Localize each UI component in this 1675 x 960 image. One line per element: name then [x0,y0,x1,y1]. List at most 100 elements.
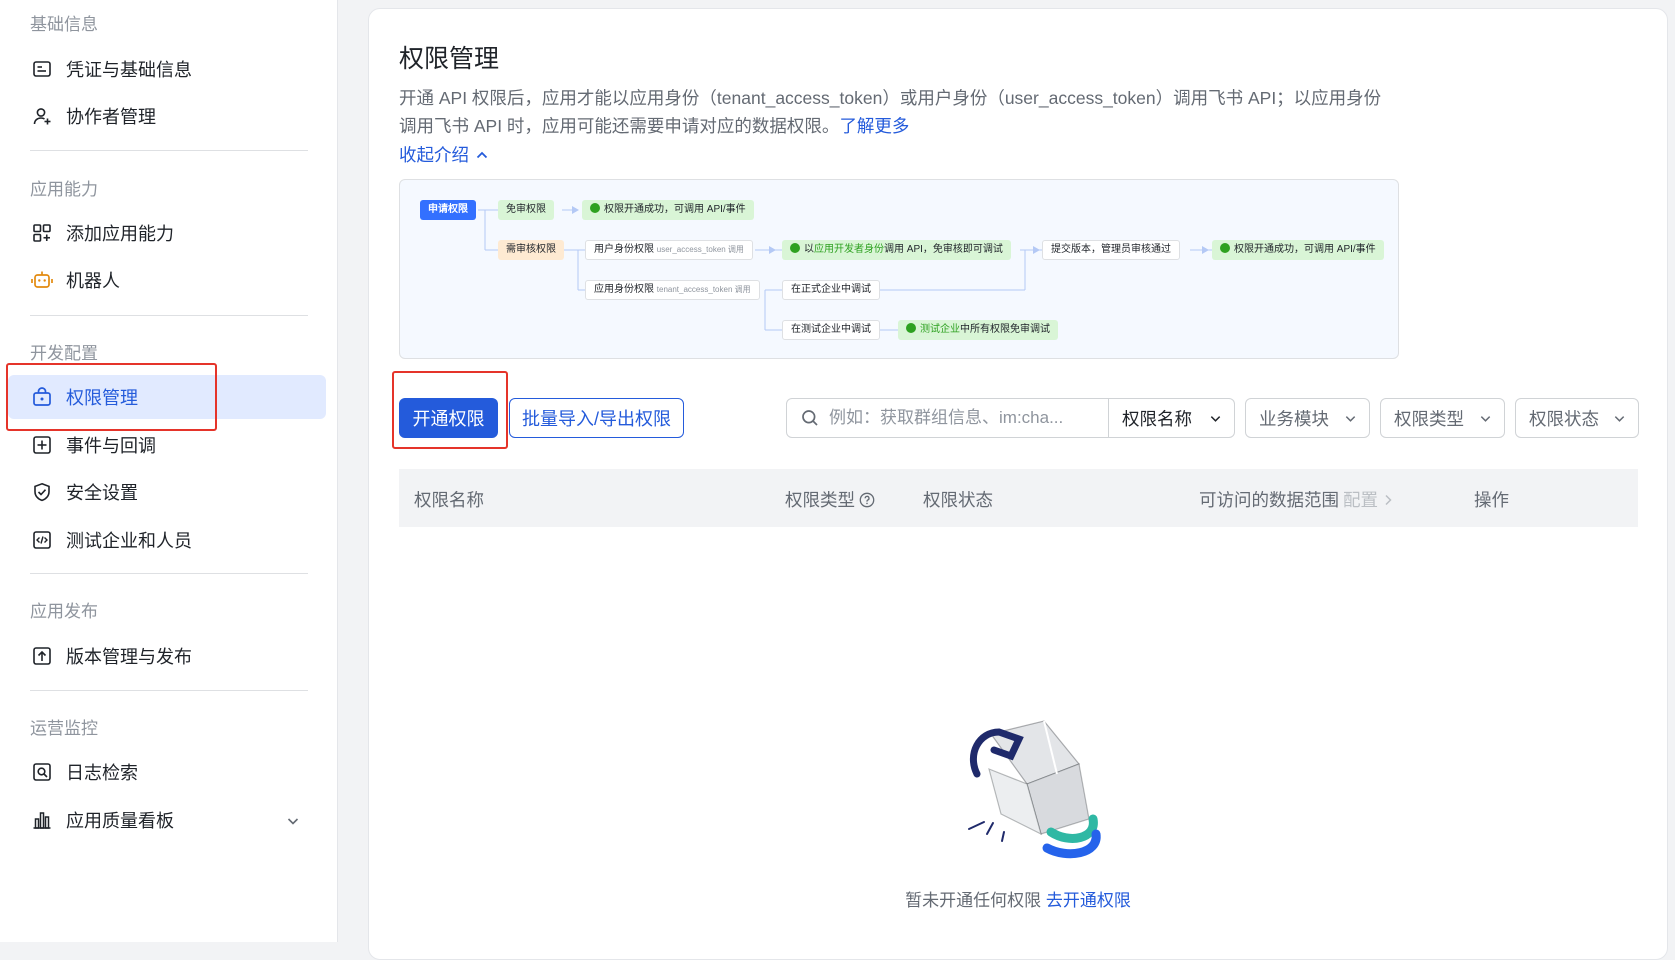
check-circle-icon [1220,243,1230,253]
flow-text: 中所有权限免审调试 [960,324,1050,335]
sidebar-item-permissions[interactable]: 权限管理 [8,375,326,419]
empty-box-illustration [968,720,1101,859]
chevron-down-icon [1614,415,1625,422]
table-header: 权限名称 权限类型 权限状态 可访问的数据范围 配置 操作 [399,469,1638,527]
divider [30,573,308,574]
flow-node-test-free: 测试企业中所有权限免审调试 [898,320,1058,340]
check-circle-icon [590,203,600,213]
sidebar-item-label: 凭证与基础信息 [66,60,192,80]
flow-node-prod-debug: 在正式企业中调试 [782,280,880,300]
status-filter[interactable]: 权限状态 [1515,398,1639,438]
empty-state: 暂未开通任何权限 去开通权限 [369,886,1667,911]
flow-node-submit: 提交版本，管理员审核通过 [1042,240,1180,260]
page-title: 权限管理 [399,45,500,73]
flow-node-free: 免审权限 [498,200,554,220]
section-title-release: 应用发布 [30,602,98,621]
help-icon[interactable] [859,492,875,508]
page-description: 开通 API 权限后，应用才能以应用身份（tenant_access_token… [399,84,1389,140]
chevron-down-icon [1480,415,1491,422]
flow-node-test-debug: 在测试企业中调试 [782,320,880,340]
flow-text: 调用 API，免审核即可调试 [884,244,1003,255]
flow-text-highlight: 测试企业 [920,324,960,335]
user-add-icon [30,104,54,128]
sidebar-item-versions[interactable]: 版本管理与发布 [8,634,326,678]
sidebar-item-events[interactable]: 事件与回调 [8,423,326,467]
sidebar-item-label: 添加应用能力 [66,224,174,244]
search-field-select[interactable]: 权限名称 [1109,398,1235,438]
bar-chart-icon [30,808,54,832]
permission-flow-diagram: 申请权限 免审权限 权限开通成功，可调用 API/事件 需审核权限 用户身份权限… [399,179,1399,359]
search-icon [802,410,818,426]
flow-text: 应用身份权限 [594,284,654,295]
flow-subtext: user_access_token 调用 [656,245,744,254]
sidebar-item-label: 事件与回调 [66,436,156,456]
column-header-name: 权限名称 [414,490,484,510]
flow-text: 以 [804,244,814,255]
column-header-type: 权限类型 [785,487,875,512]
sidebar: 基础信息 凭证与基础信息 协作者管理 应用能力 添加应用能力 机器人 开发配置 … [0,0,338,942]
lock-icon [30,385,54,409]
divider [30,690,308,691]
type-filter[interactable]: 权限类型 [1380,398,1505,438]
check-circle-icon [790,243,800,253]
data-scope-config-link[interactable]: 配置 [1343,487,1378,512]
code-icon [30,528,54,552]
upload-icon [30,644,54,668]
sidebar-item-log-search[interactable]: 日志检索 [8,750,326,794]
section-title-monitoring: 运营监控 [30,719,98,738]
flow-node-review: 需审核权限 [498,240,564,260]
sidebar-item-test-tenant[interactable]: 测试企业和人员 [8,518,326,562]
sidebar-item-label: 版本管理与发布 [66,647,192,667]
sidebar-item-credentials[interactable]: 凭证与基础信息 [8,47,326,91]
open-permission-button[interactable]: 开通权限 [399,398,498,438]
flow-node-apply: 申请权限 [420,200,476,220]
flow-node-free-result: 权限开通成功，可调用 API/事件 [582,200,754,220]
go-open-permission-link[interactable]: 去开通权限 [1046,891,1131,910]
select-label: 权限状态 [1529,408,1599,429]
batch-import-export-button[interactable]: 批量导入/导出权限 [509,398,684,438]
chevron-right-icon [1385,494,1392,505]
sidebar-item-security[interactable]: 安全设置 [8,470,326,514]
column-header-label: 权限类型 [785,490,855,510]
chevron-up-icon [476,151,488,158]
divider [30,315,308,316]
divider [30,150,308,151]
sidebar-item-label: 协作者管理 [66,107,156,127]
select-label: 业务模块 [1259,408,1329,429]
chevron-down-icon [1345,415,1356,422]
main-card: 权限管理 开通 API 权限后，应用才能以应用身份（tenant_access_… [368,8,1668,960]
flow-node-dev-debug: 以应用开发者身份调用 API，免审核即可调试 [782,240,1011,260]
sidebar-item-quality-dashboard[interactable]: 应用质量看板 [8,798,326,842]
flow-text-highlight: 应用开发者身份 [814,244,884,255]
chevron-down-icon[interactable] [286,812,300,833]
sidebar-item-label: 应用质量看板 [66,811,174,831]
sidebar-item-label: 安全设置 [66,483,138,503]
collapse-label: 收起介绍 [399,145,469,165]
collapse-intro-toggle[interactable]: 收起介绍 [399,142,489,167]
module-filter[interactable]: 业务模块 [1245,398,1370,438]
permission-search[interactable] [786,398,1109,438]
section-title-dev-config: 开发配置 [30,344,98,363]
sidebar-item-add-capability[interactable]: 添加应用能力 [8,211,326,255]
column-header-label: 可访问的数据范围 [1199,490,1339,510]
robot-icon [30,268,54,292]
apps-add-icon [30,221,54,245]
flow-subtext: tenant_access_token 调用 [656,285,751,294]
sidebar-item-label: 机器人 [66,271,120,291]
section-title-capabilities: 应用能力 [30,180,98,199]
column-header-actions: 操作 [1474,490,1509,510]
flow-node-final-result: 权限开通成功，可调用 API/事件 [1212,240,1384,260]
sidebar-item-collaborators[interactable]: 协作者管理 [8,94,326,138]
column-header-status: 权限状态 [923,490,993,510]
search-input[interactable] [827,407,1081,429]
sidebar-item-label: 日志检索 [66,763,138,783]
flow-node-tenant-token: 应用身份权限 tenant_access_token 调用 [585,280,760,300]
learn-more-link[interactable]: 了解更多 [839,116,909,136]
select-label: 权限类型 [1394,408,1464,429]
credential-icon [30,57,54,81]
select-label: 权限名称 [1122,408,1192,429]
flow-text: 权限开通成功，可调用 API/事件 [604,204,746,215]
empty-state-text: 暂未开通任何权限 [905,891,1042,910]
column-header-data-scope: 可访问的数据范围 配置 [1199,487,1394,512]
sidebar-item-bot[interactable]: 机器人 [8,258,326,302]
